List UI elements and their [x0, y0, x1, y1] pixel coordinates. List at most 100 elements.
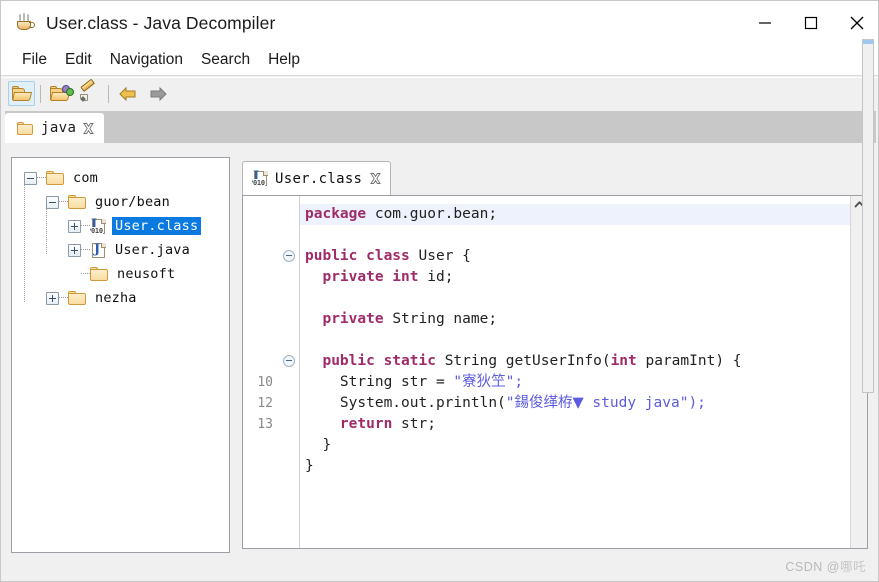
code-token: } [305, 458, 314, 474]
line-number: 13 [257, 417, 273, 432]
forward-button[interactable] [144, 81, 171, 106]
menu-item-search[interactable]: Search [192, 49, 259, 71]
folder-open-icon [68, 194, 87, 210]
line-number: 10 [257, 375, 273, 390]
back-button[interactable] [114, 81, 141, 106]
expand-toggle[interactable] [68, 243, 81, 257]
view-tab-java[interactable]: java [5, 113, 105, 143]
code-token: public class [305, 248, 419, 264]
expand-toggle[interactable] [46, 291, 59, 305]
code-line[interactable] [300, 330, 851, 351]
folder-icon [17, 121, 34, 135]
code-line[interactable]: public class User { [300, 246, 851, 267]
menu-item-edit[interactable]: Edit [56, 49, 101, 71]
editor-panel: J 010 User.class 10 12 13 package com.guor… [238, 157, 872, 553]
fold-toggle[interactable] [283, 250, 295, 262]
tree-node-label: neusoft [117, 266, 176, 282]
code-token: " [505, 395, 515, 411]
tree-node-com[interactable]: com [18, 166, 229, 190]
code-token: " [453, 374, 463, 390]
close-icon[interactable] [82, 122, 95, 135]
menu-bar: File Edit Navigation Search Help [1, 45, 878, 76]
folder-icon [90, 266, 109, 282]
overview-marker [863, 40, 873, 44]
title-bar: User.class - Java Decompiler [1, 1, 878, 45]
watermark-prefix: CSDN @ [785, 560, 840, 574]
code-token: str; [401, 416, 436, 432]
tree-node-neusoft[interactable]: neusoft [18, 262, 229, 286]
code-token: String name; [392, 311, 498, 327]
code-token: String str = [305, 374, 454, 390]
arrow-left-icon [118, 86, 138, 102]
close-icon[interactable] [369, 172, 382, 185]
code-line[interactable]: private String name; [300, 309, 851, 330]
minimize-icon[interactable] [742, 1, 788, 45]
folder-open-colored-icon [49, 84, 74, 102]
code-token: private [322, 311, 393, 327]
code-line[interactable]: System.out.println("鍚俊缂栫▼ study java"); [300, 393, 851, 414]
maximize-icon[interactable] [788, 1, 834, 45]
code-line[interactable]: return str; [300, 414, 851, 435]
java-file-icon: J [90, 242, 107, 259]
open-type-button[interactable] [46, 81, 74, 106]
pen-icon [79, 78, 100, 102]
code-token: String getUserInfo( [444, 353, 611, 369]
tree-node-guor-bean[interactable]: guor/bean [18, 190, 229, 214]
code-token: public static [322, 353, 445, 369]
watermark-handle: 哪吒 [839, 559, 866, 574]
code-line[interactable] [300, 225, 851, 246]
tree-node-label: guor/bean [95, 194, 170, 210]
tree-node-user-java[interactable]: J User.java [18, 238, 229, 262]
tree-node-user-class[interactable]: J 010 User.class [18, 214, 229, 238]
code-line[interactable]: private int id; [300, 267, 851, 288]
code-token: com.guor.bean; [374, 206, 498, 222]
folder-icon [68, 290, 87, 306]
code-content[interactable]: package com.guor.bean; public class User… [300, 196, 851, 548]
toolbar-separator-2 [108, 84, 109, 103]
code-token: return [339, 416, 402, 432]
class-file-icon: J 010 [252, 170, 269, 187]
editor-tab-label: User.class [275, 170, 363, 187]
open-file-button[interactable] [8, 81, 35, 106]
editor-tab-strip: J 010 User.class [238, 157, 872, 195]
view-tab-label: java [41, 120, 77, 136]
csdn-watermark: CSDN @哪吒 [785, 556, 866, 575]
menu-item-help[interactable]: Help [259, 49, 309, 71]
code-line[interactable] [300, 288, 851, 309]
collapse-toggle[interactable] [46, 195, 59, 209]
java-decompiler-window: User.class - Java Decompiler File Edit N… [0, 0, 879, 582]
code-line[interactable]: public static String getUserInfo(int par… [300, 351, 851, 372]
code-token: paramInt) { [645, 353, 742, 369]
code-line[interactable]: } [300, 435, 851, 456]
collapse-toggle[interactable] [24, 171, 37, 185]
code-line[interactable]: String str = "寮狄笁"; [300, 372, 851, 393]
package-tree-panel[interactable]: com guor/bean J 010 User.class J User.ja… [11, 157, 230, 553]
tree-node-label: User.class [112, 217, 202, 235]
code-token: id; [427, 269, 454, 285]
fold-gutter [279, 196, 300, 548]
code-line[interactable]: package com.guor.bean; [300, 204, 851, 225]
editor-tab-user-class[interactable]: J 010 User.class [242, 161, 392, 195]
package-tree: com guor/bean J 010 User.class J User.ja… [12, 158, 229, 310]
code-token: User { [418, 248, 471, 264]
window-title: User.class - Java Decompiler [46, 12, 276, 33]
menu-item-file[interactable]: File [13, 49, 56, 71]
code-editor[interactable]: 10 12 13 package com.guor.bean; public cla… [242, 195, 868, 549]
fold-toggle[interactable] [283, 355, 295, 367]
toolbar [1, 77, 878, 109]
code-token: int [610, 353, 646, 369]
expand-toggle[interactable] [68, 219, 81, 233]
toolbar-separator [40, 84, 41, 103]
decompile-button[interactable] [76, 78, 103, 106]
view-tab-strip: java [5, 111, 876, 143]
overview-ruler[interactable] [862, 39, 874, 393]
tree-node-label: User.java [115, 242, 190, 258]
tree-node-nezha[interactable]: nezha [18, 286, 229, 310]
menu-item-navigation[interactable]: Navigation [101, 49, 192, 71]
code-line[interactable]: } [300, 456, 851, 477]
code-token: System.out.println( [305, 395, 506, 411]
class-file-icon: J 010 [90, 218, 107, 235]
